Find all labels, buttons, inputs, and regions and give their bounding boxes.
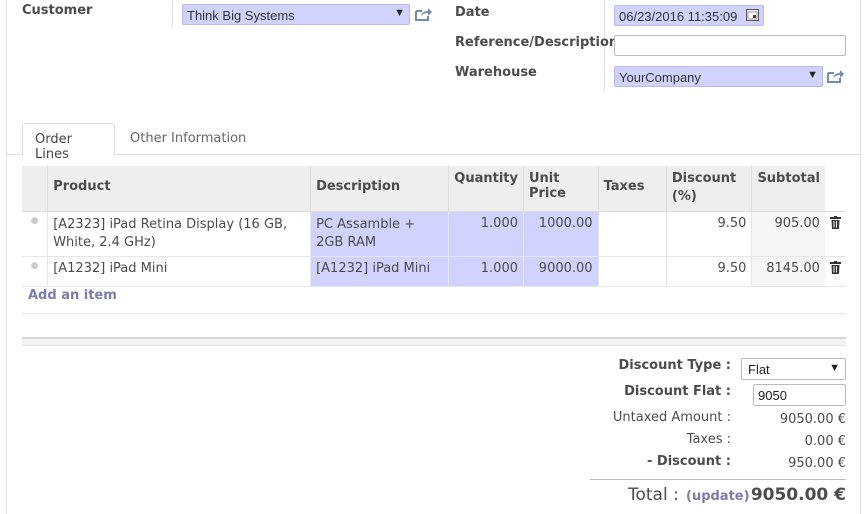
column-header-description[interactable]: Description	[310, 166, 449, 212]
untaxed-amount-value: 9050.00 €	[779, 412, 846, 427]
date-label: Date	[455, 5, 490, 20]
untaxed-amount-label: Untaxed Amount :	[612, 410, 731, 425]
cell-unit-price[interactable]: 1000.00	[522, 211, 599, 257]
date-value: 06/23/2016 11:35:09	[619, 9, 738, 24]
tab-order-lines[interactable]: Order Lines	[22, 123, 115, 162]
discount-value: 950.00 €	[788, 456, 846, 471]
customer-select[interactable]: Think Big Systems ▼	[182, 4, 410, 25]
taxes-label: Taxes :	[686, 432, 731, 447]
trash-header	[824, 166, 846, 212]
cell-product[interactable]: [A2323] iPad Retina Display (16 GB, Whit…	[47, 211, 311, 257]
cell-taxes[interactable]	[597, 211, 667, 257]
section-divider	[22, 337, 846, 346]
discount-type-select[interactable]: Flat ▼	[741, 358, 846, 380]
left-edge	[6, 0, 7, 514]
reference-input[interactable]	[614, 35, 846, 56]
cell-quantity[interactable]: 1.000	[448, 256, 524, 287]
cell-unit-price[interactable]: 9000.00	[522, 256, 599, 287]
cell-product[interactable]: [A1232] iPad Mini	[47, 256, 311, 287]
cell-subtotal: 8145.00	[751, 256, 825, 287]
column-header-unit-price[interactable]: Unit Price	[522, 166, 599, 212]
customer-label: Customer	[22, 3, 93, 18]
taxes-value: 0.00 €	[804, 434, 846, 449]
discount-flat-input[interactable]: 9050	[753, 384, 846, 406]
update-link[interactable]: (update)	[686, 489, 750, 504]
warehouse-label: Warehouse	[455, 65, 537, 80]
table-row[interactable]: ● [A2323] iPad Retina Display (16 GB, Wh…	[22, 211, 846, 257]
total-separator	[590, 479, 846, 480]
trash-icon	[829, 261, 841, 274]
right-edge	[860, 0, 861, 514]
discount-flat-label: Discount Flat :	[624, 384, 731, 399]
column-header-quantity[interactable]: Quantity	[448, 166, 524, 212]
column-header-taxes[interactable]: Taxes	[597, 166, 667, 212]
discount-label: - Discount :	[647, 454, 731, 469]
cell-taxes[interactable]	[597, 256, 667, 287]
table-header-row: Product Description Quantity Unit Price …	[22, 166, 846, 212]
customer-value: Think Big Systems	[187, 8, 295, 23]
reference-label: Reference/Description	[455, 35, 619, 50]
warehouse-value: YourCompany	[619, 70, 701, 85]
column-header-discount[interactable]: Discount (%)	[665, 166, 752, 212]
cell-discount[interactable]: 9.50	[665, 211, 752, 257]
chevron-down-icon: ▼	[394, 7, 405, 19]
delete-line-button[interactable]	[824, 256, 846, 287]
discount-type-value: Flat	[748, 362, 770, 377]
external-link-icon[interactable]	[826, 68, 844, 84]
total-value: 9050.00 €	[750, 485, 846, 505]
tab-other-information[interactable]: Other Information	[118, 123, 258, 155]
add-item-row	[22, 286, 846, 314]
delete-line-button[interactable]	[824, 211, 846, 257]
cell-quantity[interactable]: 1.000	[448, 211, 524, 257]
cell-discount[interactable]: 9.50	[665, 256, 752, 287]
drag-handle-icon[interactable]: ●	[22, 256, 48, 287]
external-link-icon[interactable]	[414, 6, 432, 22]
table-row[interactable]: ● [A1232] iPad Mini [A1232] iPad Mini 1.…	[22, 256, 846, 287]
column-header-subtotal[interactable]: Subtotal	[751, 166, 825, 212]
add-item-link[interactable]: Add an item	[28, 288, 117, 303]
discount-type-label: Discount Type :	[618, 358, 731, 373]
trash-icon	[829, 216, 841, 229]
drag-handle-icon[interactable]: ●	[22, 211, 48, 257]
handle-header	[22, 166, 48, 212]
chevron-down-icon: ▼	[829, 362, 840, 374]
order-lines-table: Product Description Quantity Unit Price …	[22, 166, 846, 314]
cell-description[interactable]: [A1232] iPad Mini	[310, 256, 449, 287]
chevron-down-icon: ▼	[807, 69, 818, 81]
column-header-product[interactable]: Product	[47, 166, 311, 212]
cell-subtotal: 905.00	[751, 211, 825, 257]
total-label: Total :	[628, 485, 679, 505]
calendar-icon[interactable]	[746, 9, 759, 21]
date-input[interactable]: 06/23/2016 11:35:09	[614, 5, 764, 26]
cell-description[interactable]: PC Assamble + 2GB RAM	[310, 211, 449, 257]
field-separator	[172, 0, 173, 28]
warehouse-select[interactable]: YourCompany ▼	[614, 66, 823, 87]
